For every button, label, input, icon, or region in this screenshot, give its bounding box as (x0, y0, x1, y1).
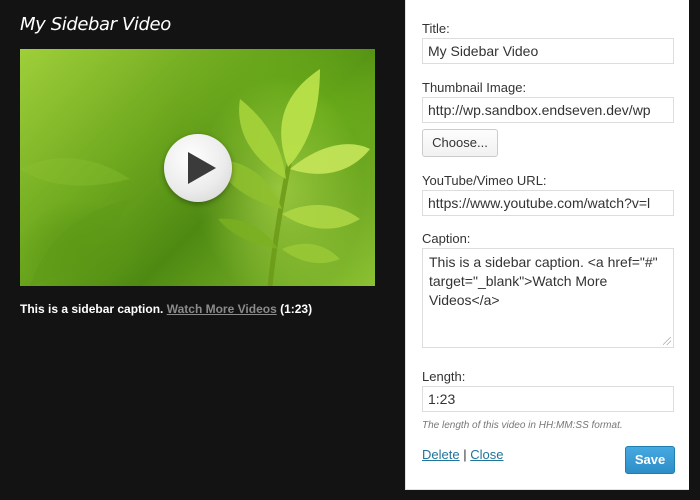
video-caption: This is a sidebar caption. Watch More Vi… (20, 302, 312, 316)
thumbnail-label: Thumbnail Image: (422, 80, 527, 95)
close-link[interactable]: Close (470, 447, 503, 462)
caption-textarea-value: This is a sidebar caption. <a href="#" t… (429, 254, 658, 308)
save-button[interactable]: Save (625, 446, 675, 474)
watch-more-videos-link[interactable]: Watch More Videos (167, 302, 277, 316)
widget-actions: Delete | Close (422, 447, 503, 462)
length-help-text: The length of this video in HH:MM:SS for… (422, 420, 623, 431)
delete-link[interactable]: Delete (422, 447, 460, 462)
choose-button[interactable]: Choose... (422, 129, 498, 157)
sidebar-preview: My Sidebar Video This is a sidebar capti… (0, 0, 395, 500)
title-input[interactable]: My Sidebar Video (422, 38, 674, 64)
video-url-label: YouTube/Vimeo URL: (422, 173, 547, 188)
thumbnail-input[interactable]: http://wp.sandbox.endseven.dev/wp (422, 97, 674, 123)
widget-settings-form: Title: My Sidebar Video Thumbnail Image:… (405, 0, 689, 490)
video-url-input[interactable]: https://www.youtube.com/watch?v=l (422, 190, 674, 216)
caption-text: This is a sidebar caption. (20, 302, 164, 316)
video-thumbnail[interactable] (20, 49, 375, 286)
action-separator: | (463, 447, 467, 462)
preview-title: My Sidebar Video (20, 14, 171, 35)
play-icon (188, 152, 216, 184)
caption-length: (1:23) (280, 302, 313, 316)
length-input[interactable]: 1:23 (422, 386, 674, 412)
caption-textarea[interactable]: This is a sidebar caption. <a href="#" t… (422, 248, 674, 348)
length-label: Length: (422, 369, 466, 384)
caption-label: Caption: (422, 231, 471, 246)
resize-grip-icon[interactable] (663, 337, 671, 345)
title-label: Title: (422, 21, 450, 36)
play-button[interactable] (164, 134, 232, 202)
